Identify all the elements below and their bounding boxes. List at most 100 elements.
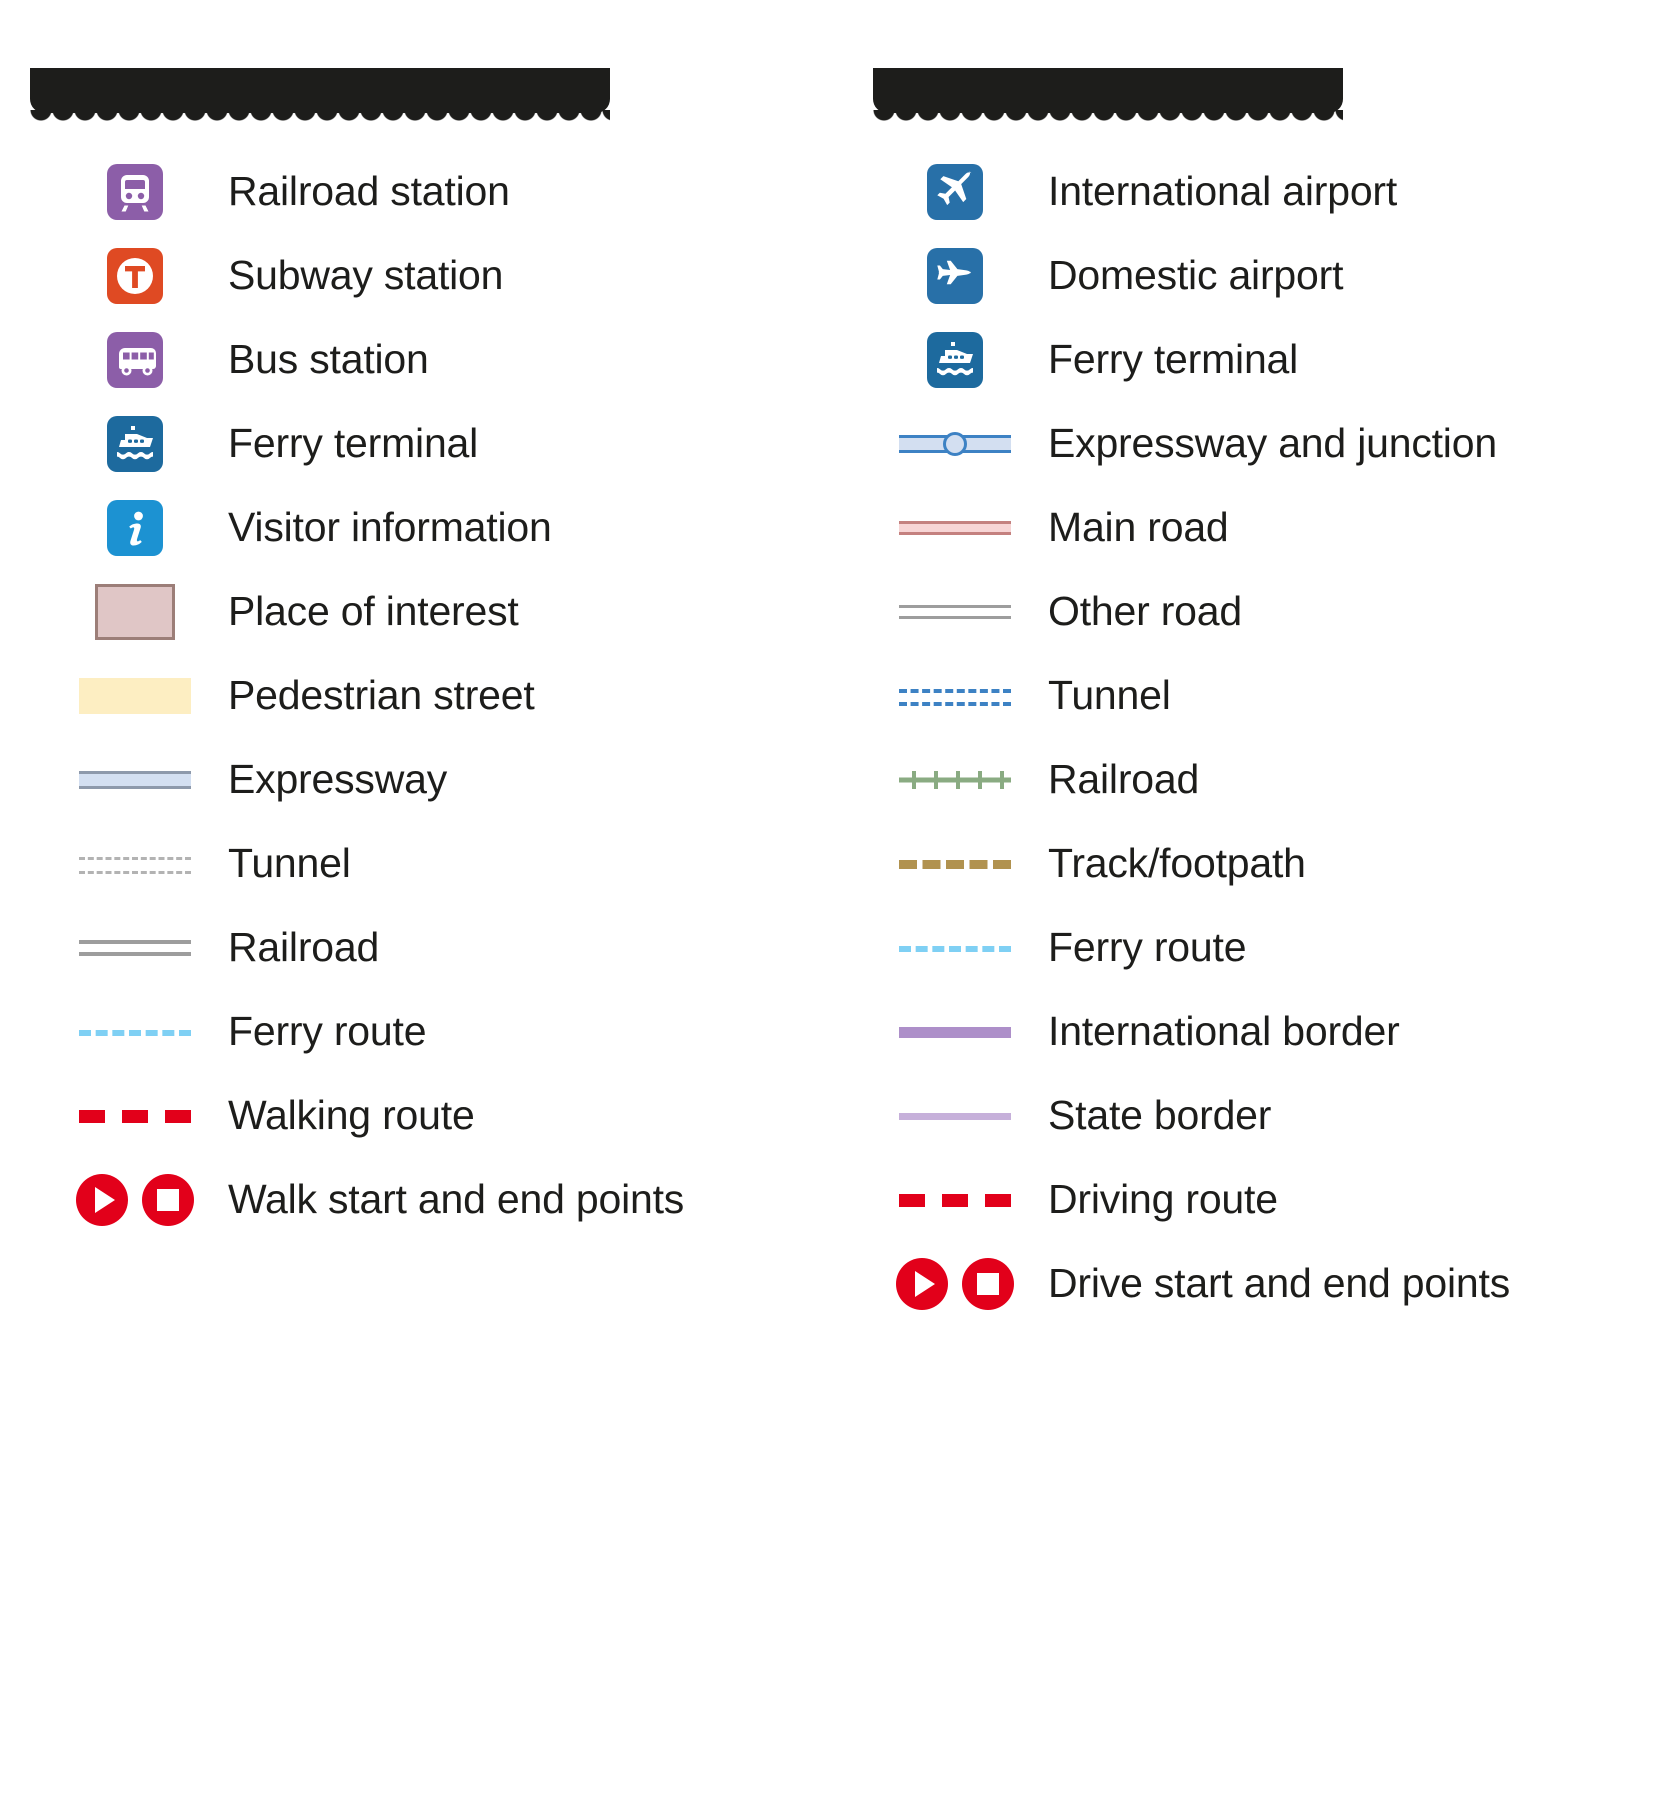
legend-label: Pedestrian street: [228, 672, 535, 719]
right-column-header-redaction: [873, 68, 1343, 124]
legend-column-left: Railroad station Subway station Bus stat…: [0, 0, 860, 1802]
legend-row[interactable]: Drive start and end points: [890, 1242, 1665, 1326]
legend-label: Walking route: [228, 1092, 475, 1139]
legend-label: Track/footpath: [1048, 840, 1306, 887]
legend-label: Domestic airport: [1048, 252, 1344, 299]
legend-row[interactable]: Bus station: [70, 318, 930, 402]
legend-row[interactable]: Domestic airport: [890, 234, 1665, 318]
legend-row[interactable]: Railroad station: [70, 150, 930, 234]
legend-row[interactable]: Ferry route: [70, 990, 930, 1074]
legend-label: Bus station: [228, 336, 429, 383]
main-road-swatch: [899, 510, 1011, 546]
swatch-cell: [70, 828, 200, 900]
legend-label: Other road: [1048, 588, 1242, 635]
domestic-airport-icon: [927, 248, 983, 304]
swatch-cell: [70, 408, 200, 480]
legend-label: Railroad station: [228, 168, 510, 215]
swatch-cell: [890, 408, 1020, 480]
legend-label: Place of interest: [228, 588, 519, 635]
legend-row[interactable]: Visitor information: [70, 486, 930, 570]
legend-row[interactable]: State border: [890, 1074, 1665, 1158]
legend-row[interactable]: Ferry terminal: [70, 402, 930, 486]
legend-row[interactable]: International airport: [890, 150, 1665, 234]
legend-label: Railroad: [228, 924, 380, 971]
legend-label: Drive start and end points: [1048, 1260, 1510, 1307]
redaction-teeth: [30, 110, 610, 124]
driving-route-swatch: [899, 1182, 1011, 1218]
drive-start-play-icon: [896, 1258, 948, 1310]
legend-row[interactable]: Track/footpath: [890, 822, 1665, 906]
legend-row[interactable]: Walking route: [70, 1074, 930, 1158]
right-column-rows: International airport Domestic airport F…: [860, 150, 1665, 1326]
legend-label: International border: [1048, 1008, 1400, 1055]
bus-icon: [107, 332, 163, 388]
legend-label: Expressway and junction: [1048, 420, 1497, 467]
legend-label: Railroad: [1048, 756, 1200, 803]
swatch-cell: [890, 996, 1020, 1068]
pedestrian-street-swatch: [79, 678, 191, 714]
legend-row[interactable]: Pedestrian street: [70, 654, 930, 738]
legend-row[interactable]: Expressway and junction: [890, 402, 1665, 486]
legend-label: Visitor information: [228, 504, 552, 551]
legend-label: Tunnel: [228, 840, 351, 887]
swatch-cell: [70, 156, 200, 228]
swatch-cell: [70, 660, 200, 732]
swatch-cell: [70, 492, 200, 564]
legend-row[interactable]: International border: [890, 990, 1665, 1074]
tunnel-dashed-swatch: [899, 678, 1011, 714]
legend-row[interactable]: Driving route: [890, 1158, 1665, 1242]
legend-label: Ferry route: [1048, 924, 1247, 971]
train-icon: [107, 164, 163, 220]
swatch-cell: [890, 576, 1020, 648]
tunnel-swatch: [79, 846, 191, 882]
swatch-cell: [70, 744, 200, 816]
walk-start-end-markers: [76, 1174, 194, 1226]
swatch-cell: [890, 240, 1020, 312]
legend-label: International airport: [1048, 168, 1398, 215]
international-airport-icon: [927, 164, 983, 220]
drive-start-end-markers: [896, 1258, 1014, 1310]
left-column-header-redaction: [30, 68, 610, 124]
legend-row[interactable]: Expressway: [70, 738, 930, 822]
legend-row[interactable]: Subway station: [70, 234, 930, 318]
railroad-ticked-swatch: [899, 762, 1011, 798]
track-footpath-swatch: [899, 846, 1011, 882]
swatch-cell: [70, 576, 200, 648]
ferry-icon: [107, 416, 163, 472]
legend-row[interactable]: Main road: [890, 486, 1665, 570]
ferry-icon: [927, 332, 983, 388]
legend-row[interactable]: Tunnel: [890, 654, 1665, 738]
legend-row[interactable]: Railroad: [890, 738, 1665, 822]
swatch-cell: [890, 828, 1020, 900]
legend-row[interactable]: Ferry route: [890, 906, 1665, 990]
walk-end-stop-icon: [142, 1174, 194, 1226]
legend-label: Expressway: [228, 756, 448, 803]
swatch-cell: [890, 744, 1020, 816]
legend-row[interactable]: Tunnel: [70, 822, 930, 906]
legend-row[interactable]: Railroad: [70, 906, 930, 990]
legend-label: State border: [1048, 1092, 1272, 1139]
swatch-cell: [70, 912, 200, 984]
walk-start-play-icon: [76, 1174, 128, 1226]
international-border-swatch: [899, 1014, 1011, 1050]
swatch-cell: [890, 660, 1020, 732]
swatch-cell: [890, 324, 1020, 396]
swatch-cell: [890, 1248, 1020, 1320]
legend-label: Ferry terminal: [228, 420, 479, 467]
legend-row[interactable]: Walk start and end points: [70, 1158, 930, 1242]
map-legend: Railroad station Subway station Bus stat…: [0, 0, 1665, 1802]
swatch-cell: [70, 1080, 200, 1152]
junction-dot-icon: [943, 432, 967, 456]
swatch-cell: [70, 240, 200, 312]
legend-row[interactable]: Other road: [890, 570, 1665, 654]
drive-end-stop-icon: [962, 1258, 1014, 1310]
legend-label: Subway station: [228, 252, 504, 299]
legend-row[interactable]: Ferry terminal: [890, 318, 1665, 402]
ferry-route-swatch: [79, 1014, 191, 1050]
expressway-swatch: [79, 762, 191, 798]
legend-row[interactable]: Place of interest: [70, 570, 930, 654]
railroad-swatch: [79, 930, 191, 966]
legend-label: Ferry route: [228, 1008, 427, 1055]
legend-column-right: International airport Domestic airport F…: [860, 0, 1665, 1802]
swatch-cell: [890, 492, 1020, 564]
